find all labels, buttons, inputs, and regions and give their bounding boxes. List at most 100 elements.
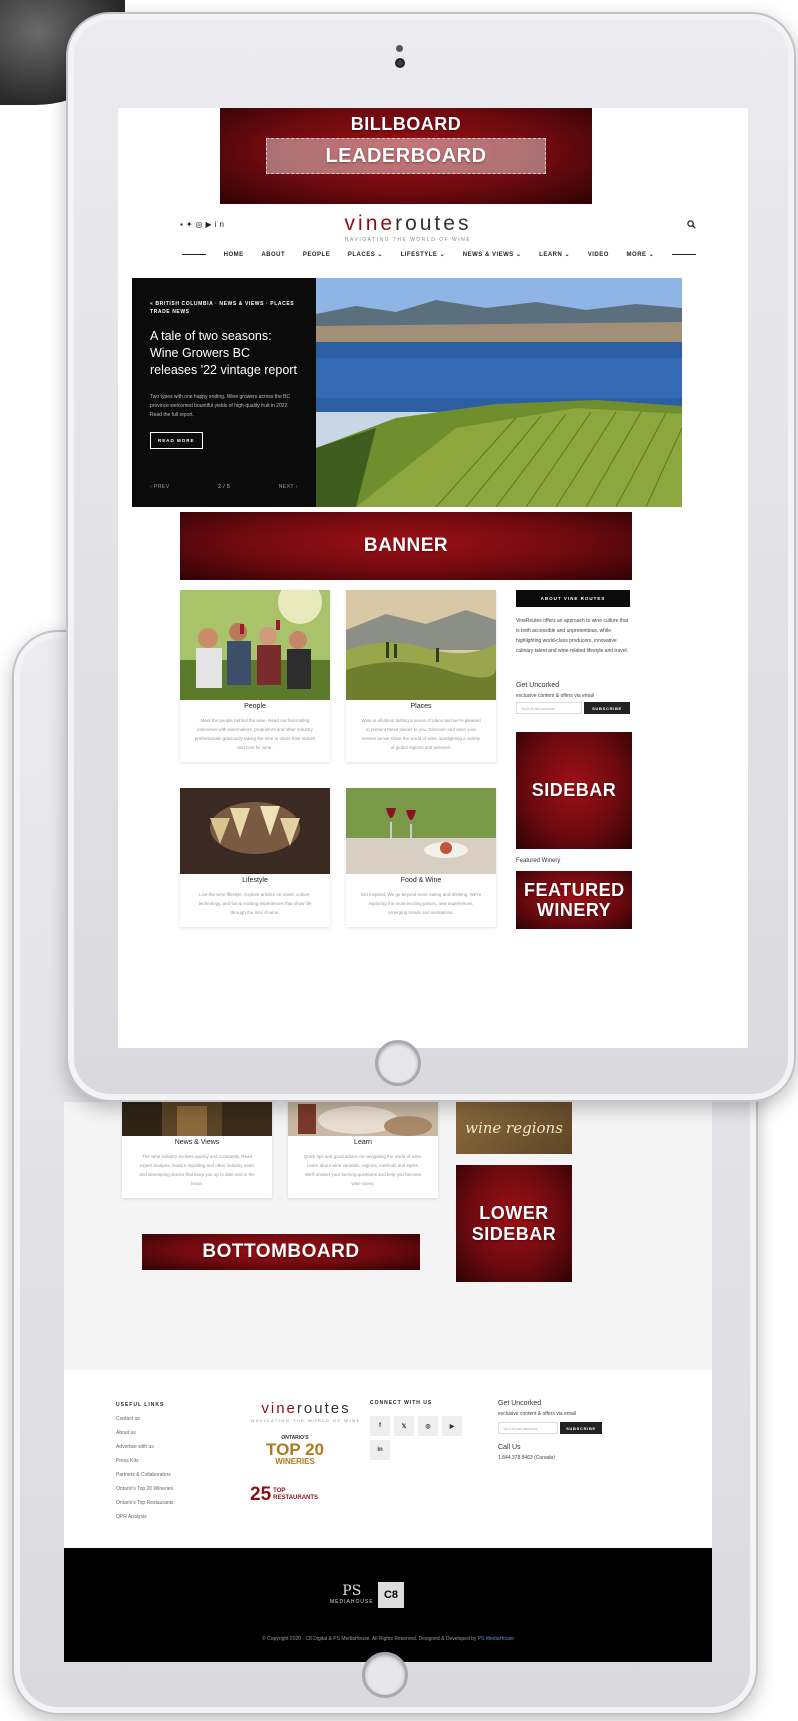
banner-ad[interactable]: BANNER [180,512,632,580]
card-text: Get inspired. We go beyond mere eating a… [360,892,482,915]
featured-winery-ad[interactable]: FEATURED WINERY [516,871,632,929]
card-title: Food & Wine [400,877,442,884]
hero-description: Two types with one happy ending. Wine gr… [150,394,291,418]
search-icon[interactable] [687,220,696,229]
wine-regions-promo[interactable]: wine regions [456,1102,572,1154]
footer-email-input[interactable]: Your email address [498,1422,558,1434]
nav-item-learn[interactable]: LEARN ⌄ [539,251,570,258]
card-learn[interactable]: Learn Quick tips and good advice on navi… [288,1102,438,1198]
nav-rule-right [671,254,696,255]
logo-routes-text: routes [395,212,472,235]
sidebar-ad-label: SIDEBAR [531,780,617,800]
front-tablet-frame: BILLBOARD LEADERBOARD ▪✦◎▶in vineroutes … [66,12,796,1102]
leaderboard-ad[interactable]: LEADERBOARD [266,138,546,174]
phone-number[interactable]: 1.844.378.8463 (Canada) [498,1455,555,1461]
nav-item-home[interactable]: HOME [224,252,244,258]
lifestyle-photo [180,788,330,874]
card-title: People [244,703,266,710]
hero-vineyard-photo [316,278,682,507]
c8-digital-logo[interactable]: C8 [378,1582,404,1608]
nav-item-about[interactable]: ABOUT [261,252,285,258]
footer-link-press-kits[interactable]: Press Kits [116,1458,139,1464]
twitter-icon[interactable]: ✦ [186,220,196,229]
footer-link-partners[interactable]: Partners & Collaborators [116,1472,171,1478]
facebook-icon[interactable]: f [370,1416,390,1436]
nav-item-more[interactable]: MORE ⌄ [627,251,655,258]
read-more-button[interactable]: READ MORE [150,432,203,449]
site-footer: USEFUL LINKS Contact us About us Adverti… [64,1370,712,1548]
youtube-icon[interactable]: ▶ [206,220,215,229]
top20-wineries-logo[interactable]: ONTARIO'S TOP 20 WINERIES [260,1436,330,1466]
sidebar-ad[interactable]: SIDEBAR [516,732,632,849]
linkedin-icon[interactable]: in [215,220,227,229]
card-text: Live the wine lifestyle. Explore article… [198,892,312,915]
nav-item-lifestyle[interactable]: LIFESTYLE ⌄ [401,251,446,258]
footer-logo[interactable]: vineroutes NAVIGATING THE WORLD OF WINE [236,1400,376,1423]
card-news-views[interactable]: News & Views The wine industry evolves q… [122,1102,272,1198]
billboard-ad[interactable]: BILLBOARD LEADERBOARD [220,108,592,204]
useful-links-heading: USEFUL LINKS [116,1402,165,1408]
youtube-icon[interactable]: ▶ [442,1416,462,1436]
uncorked-subtitle: exclusive content & offers via email [516,693,595,699]
hero-slider: « BRITISH COLUMBIA · NEWS & VIEWS · PLAC… [132,278,682,507]
food-wine-photo [346,788,496,874]
copyright-bar: PS MEDIAHOUSE C8 [64,1548,712,1662]
card-text: Quick tips and good advice on navigating… [303,1154,423,1186]
next-slide-button[interactable]: NEXT › [279,484,298,490]
billboard-ad-label: BILLBOARD [350,114,462,134]
newsletter-email-input[interactable]: Your email address [516,702,582,714]
top25-restaurants-logo[interactable]: 25 TOP RESTAURANTS [250,1484,318,1506]
hero-pager: ‹ PREV 2 / 5 NEXT › [150,484,298,490]
footer-link-contact[interactable]: Contact us [116,1416,140,1422]
subscribe-button[interactable]: SUBSCRIBE [584,702,630,714]
news-views-photo [122,1102,272,1136]
nav-item-news-views[interactable]: NEWS & VIEWS ⌄ [463,251,522,258]
footer-link-advertise[interactable]: Advertise with us [116,1444,154,1450]
footer-link-qpr[interactable]: QPR Analysis [116,1514,147,1520]
footer-uncorked-title: Get Uncorked [498,1400,542,1407]
site-logo[interactable]: vineroutes NAVIGATING THE WORLD OF WINE [318,212,498,243]
card-lifestyle[interactable]: Lifestyle Live the wine lifestyle. Explo… [180,788,330,927]
hero-category-breadcrumb[interactable]: « BRITISH COLUMBIA · NEWS & VIEWS · PLAC… [150,300,298,316]
logo-vine-text: vine [344,212,396,235]
lower-sidebar-ad-label: LOWER SIDEBAR [471,1202,557,1244]
front-tablet-home-button [375,1040,421,1086]
main-nav: HOME ABOUT PEOPLE PLACES ⌄ LIFESTYLE ⌄ N… [182,251,696,258]
banner-ad-label: BANNER [363,535,449,556]
about-heading: ABOUT VINE ROUTES [516,590,630,607]
card-title: Lifestyle [242,877,268,884]
card-text: Meet the people behind the wine. Read ou… [194,718,316,750]
uncorked-title: Get Uncorked [516,682,560,689]
learn-photo [288,1102,438,1136]
footer-link-restaurants[interactable]: Ontario's Top Restaurants [116,1500,174,1506]
prev-slide-button[interactable]: ‹ PREV [150,484,170,490]
footer-subscribe-button[interactable]: SUBSCRIBE [560,1422,602,1434]
footer-link-about[interactable]: About us [116,1430,136,1436]
lower-sidebar-ad[interactable]: LOWER SIDEBAR [456,1165,572,1282]
camera-lens-icon [395,58,405,68]
ps-mediahouse-link[interactable]: PS MediaHouse [478,1636,514,1642]
logo-tagline: NAVIGATING THE WORLD OF WINE [251,1418,361,1423]
ps-mediahouse-logo[interactable]: PS MEDIAHOUSE [330,1584,374,1605]
footer-uncorked-sub: exclusive content & offers via email [498,1411,577,1417]
logo-tagline: NAVIGATING THE WORLD OF WINE [344,237,472,243]
hero-title[interactable]: A tale of two seasons: Wine Growers BC r… [150,328,298,379]
people-photo [180,590,330,700]
nav-item-places[interactable]: PLACES ⌄ [348,251,383,258]
card-places[interactable]: Places Wine is all about tasting a sense… [346,590,496,762]
card-people[interactable]: People Meet the people behind the wine. … [180,590,330,762]
bottomboard-ad[interactable]: BOTTOMBOARD [142,1234,420,1270]
card-food-wine[interactable]: Food & Wine Get inspired. We go beyond m… [346,788,496,927]
logo-routes-text: routes [296,1400,351,1417]
back-tablet-home-button [362,1652,408,1698]
about-text: VineRoutes offers an approach to wine cu… [516,618,629,654]
nav-rule-left [182,254,206,255]
twitter-icon[interactable]: 𝕏 [394,1416,414,1436]
camera-sensor-icon [396,45,403,52]
nav-item-people[interactable]: PEOPLE [303,252,330,258]
instagram-icon[interactable]: ◎ [196,220,206,229]
nav-item-video[interactable]: VIDEO [588,252,609,258]
linkedin-icon[interactable]: in [370,1440,390,1460]
instagram-icon[interactable]: ◎ [418,1416,438,1436]
footer-link-top20[interactable]: Ontario's Top 20 Wineries [116,1486,173,1492]
